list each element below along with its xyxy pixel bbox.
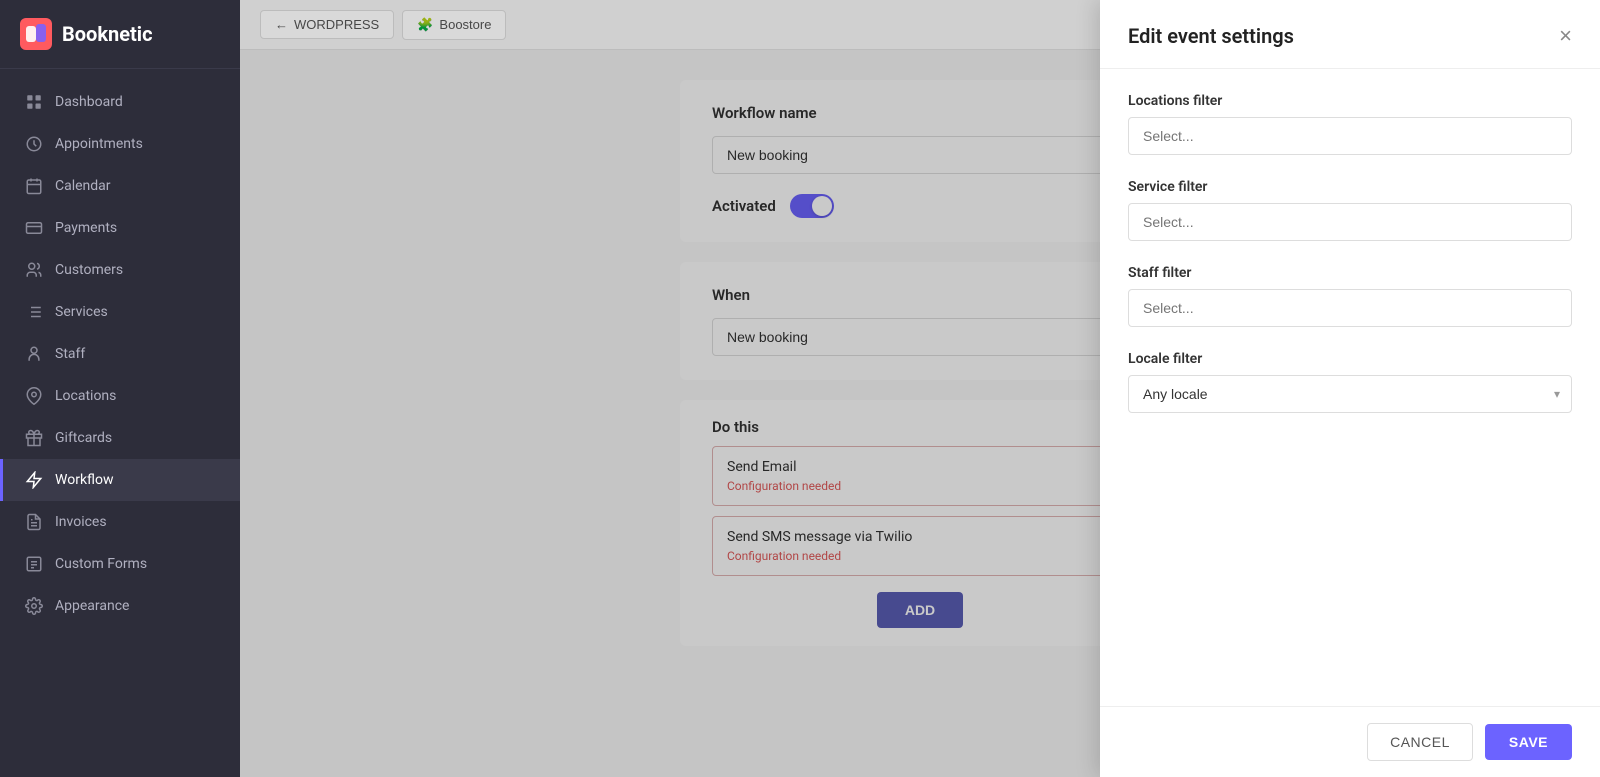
sidebar-label-services: Services [55,304,108,320]
locations-filter-input[interactable] [1128,117,1572,155]
service-filter-label: Service filter [1128,179,1572,195]
logo: Booknetic [0,0,240,69]
invoice-icon [25,513,43,531]
list-icon [25,303,43,321]
sidebar-item-appointments[interactable]: Appointments [0,123,240,165]
sidebar-item-custom-forms[interactable]: Custom Forms [0,543,240,585]
sidebar-item-appearance[interactable]: Appearance [0,585,240,627]
edit-event-panel: Edit event settings × Locations filter S… [1100,0,1600,777]
sidebar-item-invoices[interactable]: Invoices [0,501,240,543]
sidebar-label-staff: Staff [55,346,85,362]
sidebar-label-calendar: Calendar [55,178,111,194]
sidebar-item-staff[interactable]: Staff [0,333,240,375]
sidebar: Booknetic Dashboard Appointments Calenda… [0,0,240,777]
sidebar-label-invoices: Invoices [55,514,107,530]
sidebar-label-custom-forms: Custom Forms [55,556,147,572]
save-button[interactable]: SAVE [1485,724,1572,760]
staff-filter-label: Staff filter [1128,265,1572,281]
locations-filter-label: Locations filter [1128,93,1572,109]
staff-filter-input[interactable] [1128,289,1572,327]
panel-header: Edit event settings × [1100,0,1600,69]
sidebar-item-giftcards[interactable]: Giftcards [0,417,240,459]
credit-card-icon [25,219,43,237]
dashboard-icon [25,93,43,111]
appearance-icon [25,597,43,615]
locale-select-wrapper: Any locale English French German Spanish [1128,375,1572,413]
locale-filter-select[interactable]: Any locale English French German Spanish [1128,375,1572,413]
sidebar-label-locations: Locations [55,388,116,404]
users-icon [25,261,43,279]
app-name: Booknetic [62,22,153,46]
sidebar-label-dashboard: Dashboard [55,94,123,110]
calendar-icon [25,177,43,195]
locale-filter-section: Locale filter Any locale English French … [1128,351,1572,413]
panel-footer: CANCEL SAVE [1100,706,1600,777]
sidebar-label-workflow: Workflow [55,472,114,488]
service-filter-section: Service filter [1128,179,1572,241]
sidebar-label-giftcards: Giftcards [55,430,112,446]
person-icon [25,345,43,363]
sidebar-item-workflow[interactable]: Workflow [0,459,240,501]
clock-icon [25,135,43,153]
panel-close-button[interactable]: × [1559,25,1572,47]
sidebar-label-appearance: Appearance [55,598,129,614]
locale-filter-label: Locale filter [1128,351,1572,367]
sidebar-item-dashboard[interactable]: Dashboard [0,81,240,123]
staff-filter-section: Staff filter [1128,265,1572,327]
sidebar-item-locations[interactable]: Locations [0,375,240,417]
main-area: ← WORDPRESS 🧩 Boostore Workflow name Act… [240,0,1600,777]
sidebar-nav: Dashboard Appointments Calendar Payments… [0,69,240,777]
sidebar-label-customers: Customers [55,262,123,278]
workflow-icon [25,471,43,489]
logo-icon [20,18,52,50]
panel-title: Edit event settings [1128,24,1294,48]
forms-icon [25,555,43,573]
service-filter-input[interactable] [1128,203,1572,241]
sidebar-item-calendar[interactable]: Calendar [0,165,240,207]
location-icon [25,387,43,405]
dim-overlay [240,0,1100,777]
sidebar-label-payments: Payments [55,220,117,236]
panel-body: Locations filter Service filter Staff fi… [1100,69,1600,706]
sidebar-item-customers[interactable]: Customers [0,249,240,291]
gift-icon [25,429,43,447]
locations-filter-section: Locations filter [1128,93,1572,155]
cancel-button[interactable]: CANCEL [1367,723,1473,761]
sidebar-item-payments[interactable]: Payments [0,207,240,249]
sidebar-label-appointments: Appointments [55,136,143,152]
sidebar-item-services[interactable]: Services [0,291,240,333]
